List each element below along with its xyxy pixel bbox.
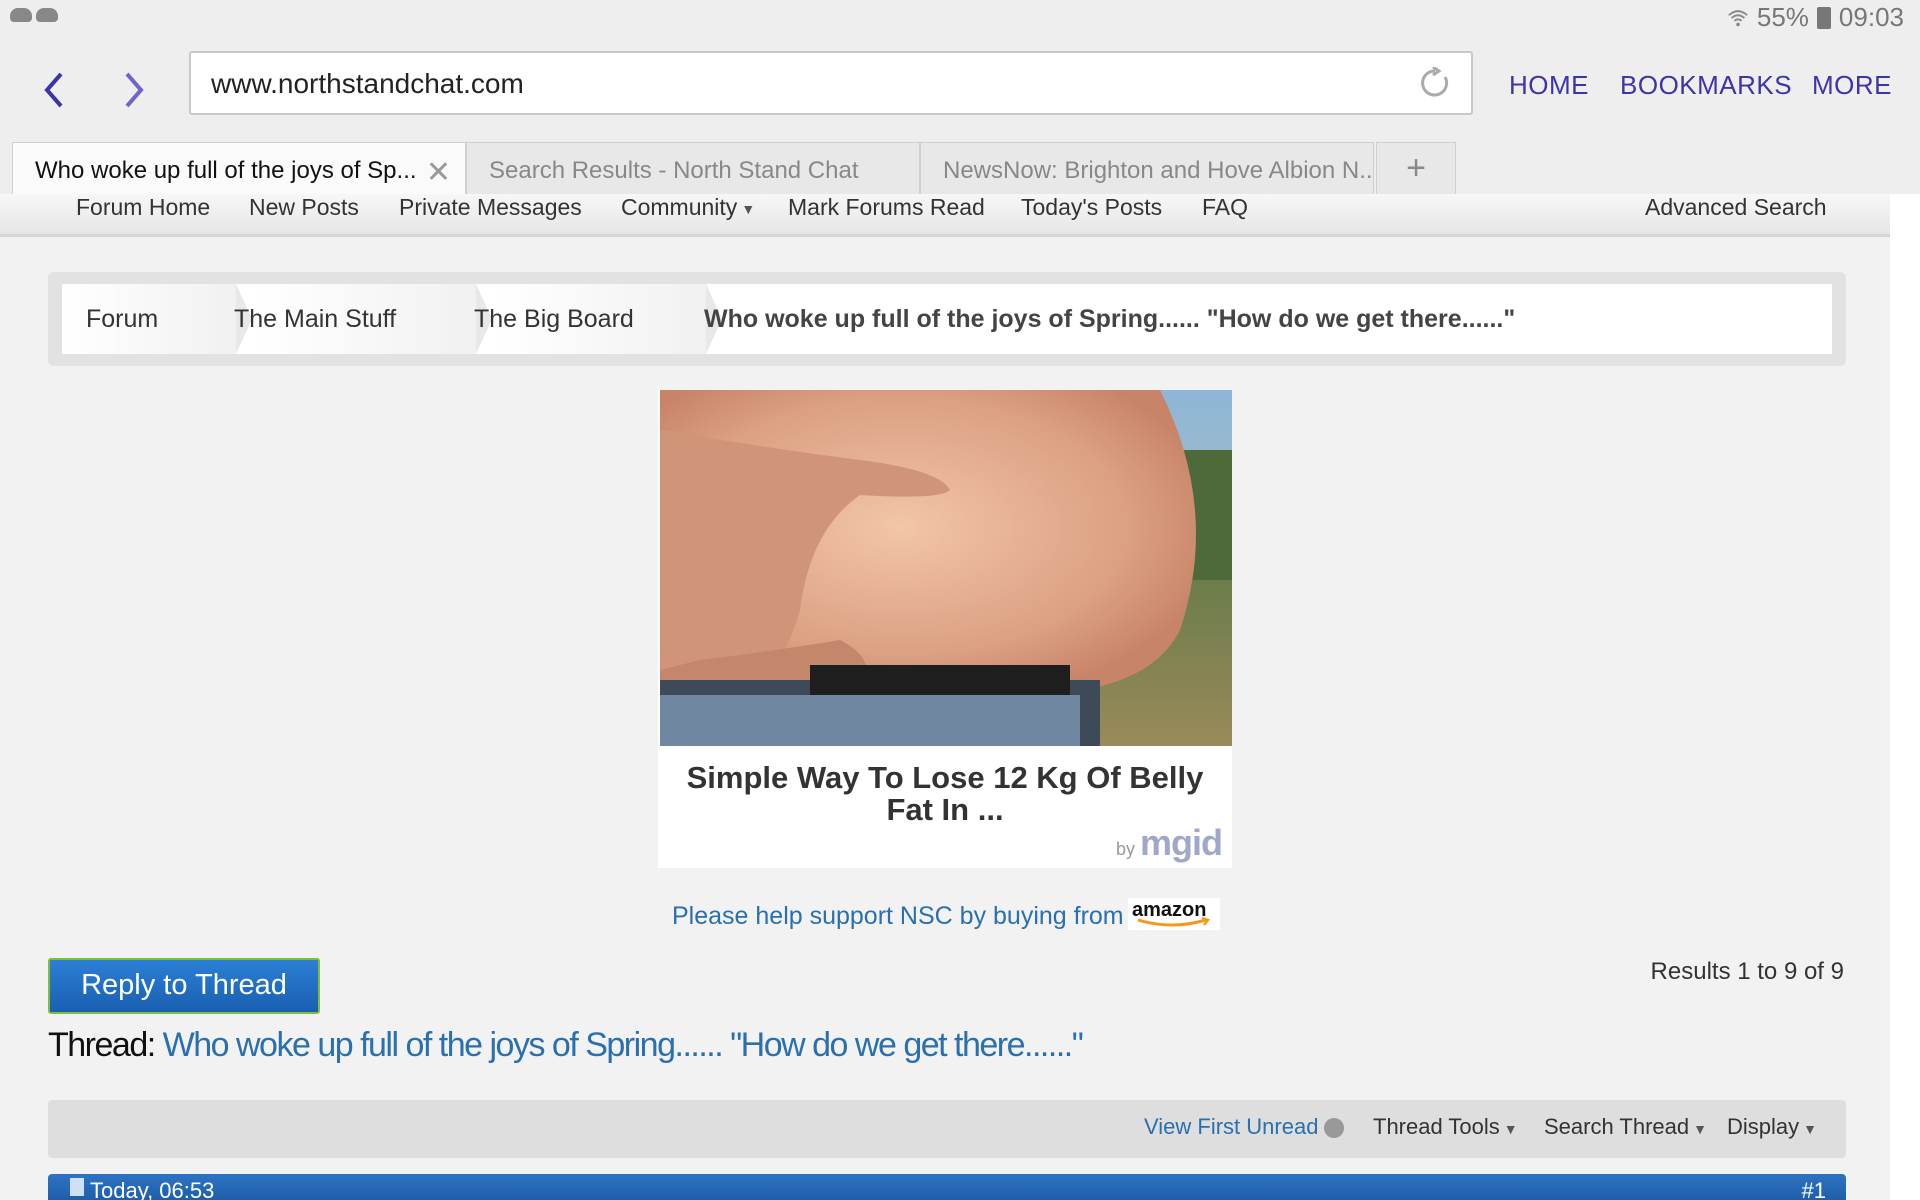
battery-percent: 55% bbox=[1756, 2, 1809, 32]
breadcrumb-big-board[interactable]: The Big Board bbox=[474, 284, 634, 354]
breadcrumb-forum[interactable]: Forum bbox=[86, 284, 158, 354]
tab-label: Search Results - North Stand Chat bbox=[489, 157, 859, 184]
document-icon bbox=[70, 1178, 84, 1196]
search-thread-label: Search Thread bbox=[1544, 1114, 1690, 1139]
chevron-down-icon: ▼ bbox=[1693, 1121, 1707, 1137]
tab-newsnow[interactable]: NewsNow: Brighton and Hove Albion N... bbox=[920, 142, 1374, 194]
thread-tools-label: Thread Tools bbox=[1373, 1114, 1500, 1139]
nav-mark-forums-read[interactable]: Mark Forums Read bbox=[788, 194, 985, 221]
reload-icon[interactable] bbox=[1419, 67, 1451, 99]
tab-strip: Who woke up full of the joys of Sp... ✕ … bbox=[0, 140, 1920, 195]
search-thread-menu[interactable]: Search Thread ▼ bbox=[1544, 1114, 1707, 1140]
chevron-right-icon bbox=[125, 72, 144, 108]
cloud-icon bbox=[10, 8, 32, 22]
thread-controls-bar: View First Unread Thread Tools ▼ Search T… bbox=[48, 1100, 1846, 1158]
view-first-unread-link[interactable]: View First Unread bbox=[1144, 1114, 1345, 1140]
amazon-logo-text: amazon bbox=[1132, 899, 1206, 921]
nav-todays-posts[interactable]: Today's Posts bbox=[1021, 194, 1162, 221]
nav-private-messages[interactable]: Private Messages bbox=[399, 194, 582, 221]
home-link[interactable]: HOME bbox=[1509, 70, 1589, 101]
results-count: Results 1 to 9 of 9 bbox=[1650, 958, 1844, 985]
view-first-unread-label: View First Unread bbox=[1144, 1114, 1319, 1139]
tab-label: NewsNow: Brighton and Hove Albion N... bbox=[943, 157, 1374, 184]
nav-faq[interactable]: FAQ bbox=[1202, 194, 1248, 221]
back-button[interactable] bbox=[24, 62, 84, 118]
plus-icon: + bbox=[1406, 149, 1426, 187]
chevron-down-icon: ▼ bbox=[1503, 1121, 1518, 1137]
bookmarks-link[interactable]: BOOKMARKS bbox=[1620, 70, 1792, 101]
browser-toolbar: HOME BOOKMARKS MORE bbox=[0, 40, 1920, 140]
nav-community-label: Community bbox=[621, 194, 738, 220]
amazon-logo-graphic: amazon bbox=[1132, 899, 1211, 927]
url-input[interactable] bbox=[209, 59, 1363, 109]
more-link[interactable]: MORE bbox=[1812, 70, 1892, 101]
thread-title: Thread: Who woke up full of the joys of … bbox=[48, 1026, 1084, 1065]
close-icon[interactable]: ✕ bbox=[426, 155, 451, 190]
thread-tools-menu[interactable]: Thread Tools ▼ bbox=[1373, 1114, 1518, 1140]
ad-title[interactable]: Simple Way To Lose 12 Kg Of Belly Fat In… bbox=[668, 762, 1222, 826]
breadcrumb: Forum The Main Stuff The Big Board Who w… bbox=[62, 284, 1832, 354]
support-link[interactable]: Please help support NSC by buying from bbox=[672, 902, 1124, 931]
post-number-link[interactable]: #1 bbox=[1802, 1178, 1826, 1200]
amazon-logo[interactable]: amazon bbox=[1128, 898, 1220, 930]
url-bar[interactable] bbox=[189, 51, 1473, 115]
mgid-logo: mgid bbox=[1140, 822, 1223, 863]
nav-forum-home[interactable]: Forum Home bbox=[76, 194, 210, 221]
tab-search-results[interactable]: Search Results - North Stand Chat bbox=[466, 142, 920, 194]
post-date-text: Today, 06:53 bbox=[90, 1178, 215, 1200]
chevron-left-icon bbox=[44, 72, 63, 108]
nav-community[interactable]: Community ▼ bbox=[621, 194, 755, 221]
nav-advanced-search[interactable]: Advanced Search bbox=[1645, 194, 1827, 221]
breadcrumb-main-stuff[interactable]: The Main Stuff bbox=[234, 284, 396, 354]
ad-by-label: by bbox=[1115, 839, 1135, 859]
forward-button[interactable] bbox=[104, 62, 164, 118]
ad-photo bbox=[660, 390, 1232, 746]
status-bar: 55% 09:03 bbox=[0, 0, 1920, 40]
nav-new-posts[interactable]: New Posts bbox=[249, 194, 359, 221]
cloud-icon bbox=[36, 8, 58, 22]
advertisement[interactable]: Simple Way To Lose 12 Kg Of Belly Fat In… bbox=[658, 390, 1232, 868]
clock: 09:03 bbox=[1838, 2, 1904, 32]
forum-navbar: Forum Home New Posts Private Messages Co… bbox=[0, 194, 1890, 237]
breadcrumb-container: Forum The Main Stuff The Big Board Who w… bbox=[48, 272, 1846, 366]
scrollbar-track[interactable] bbox=[1890, 194, 1920, 1200]
thread-label: Thread: bbox=[48, 1026, 156, 1064]
battery-icon bbox=[1816, 6, 1831, 29]
ad-attribution[interactable]: by mgid bbox=[1115, 822, 1223, 864]
breadcrumb-current: Who woke up full of the joys of Spring..… bbox=[704, 305, 1516, 333]
display-label: Display bbox=[1727, 1114, 1800, 1139]
chevron-down-icon: ▼ bbox=[1803, 1121, 1817, 1137]
thread-title-link[interactable]: Who woke up full of the joys of Spring..… bbox=[163, 1026, 1084, 1064]
tab-active[interactable]: Who woke up full of the joys of Sp... ✕ bbox=[12, 142, 466, 195]
arrow-down-circle-icon bbox=[1324, 1118, 1345, 1139]
display-menu[interactable]: Display ▼ bbox=[1727, 1114, 1817, 1140]
reply-to-thread-button[interactable]: Reply to Thread bbox=[48, 958, 320, 1014]
tab-label: Who woke up full of the joys of Sp... bbox=[35, 157, 417, 184]
new-tab-button[interactable]: + bbox=[1376, 142, 1456, 194]
post-header: Today, 06:53 #1 bbox=[48, 1174, 1846, 1200]
wifi-icon bbox=[1728, 9, 1748, 26]
post-date: Today, 06:53 bbox=[70, 1178, 214, 1200]
ad-image[interactable] bbox=[660, 390, 1232, 746]
chevron-down-icon: ▼ bbox=[741, 200, 756, 217]
